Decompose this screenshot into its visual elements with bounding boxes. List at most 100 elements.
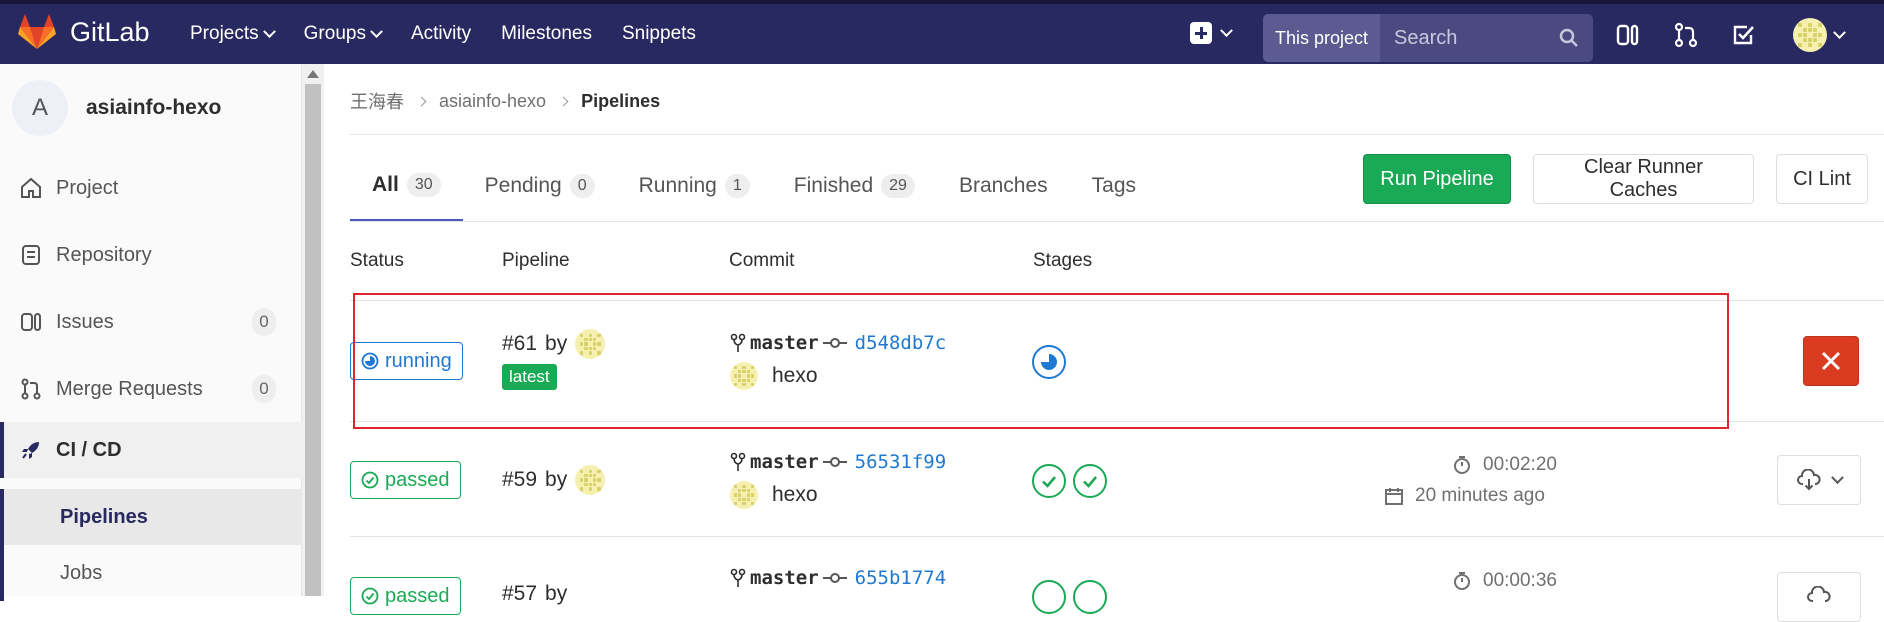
cancel-pipeline-button[interactable]: [1803, 336, 1859, 386]
sidebar-scrollbar-thumb[interactable]: [305, 84, 321, 596]
stage-success-icon[interactable]: [1032, 464, 1066, 498]
sidebar-item-label: Issues: [56, 310, 114, 333]
nav-activity[interactable]: Activity: [411, 23, 471, 45]
nav-milestones[interactable]: Milestones: [501, 23, 592, 45]
pipeline-scope-tabs: All 30 Pending 0 Running 1 Finished 29 Branc…: [350, 150, 1158, 222]
clear-runner-caches-button[interactable]: Clear Runner Caches: [1533, 154, 1754, 204]
ci-lint-button[interactable]: CI Lint: [1776, 154, 1868, 204]
download-artifacts-button[interactable]: [1777, 572, 1861, 622]
pipeline-by-label: by: [545, 468, 568, 491]
issues-count-badge: 0: [252, 308, 276, 336]
sidebar-item-label: Repository: [56, 243, 152, 266]
stage-success-icon[interactable]: [1073, 464, 1107, 498]
duration-text: 00:02:20: [1483, 454, 1557, 475]
sidebar-item-label: Project: [56, 176, 119, 199]
branch-name-link[interactable]: master: [750, 567, 819, 589]
column-header-status: Status: [350, 250, 404, 271]
commit-sha-link[interactable]: d548db7c: [855, 332, 947, 354]
download-artifacts-button[interactable]: [1777, 455, 1861, 505]
status-label: passed: [385, 584, 450, 607]
pipeline-id: #59 by: [502, 465, 606, 495]
scroll-up-arrow-icon[interactable]: [307, 70, 319, 78]
user-avatar[interactable]: [730, 481, 758, 509]
pipeline-id-link[interactable]: #61: [502, 332, 537, 356]
breadcrumb-owner[interactable]: 王海春: [350, 88, 404, 114]
branch-icon: [730, 452, 746, 471]
pipeline-id-link[interactable]: #59: [502, 468, 537, 492]
status-passed-icon: [361, 471, 379, 489]
sidebar-item-project[interactable]: Project: [0, 160, 302, 216]
breadcrumb-project[interactable]: asiainfo-hexo: [439, 91, 546, 112]
row-divider: [350, 536, 1884, 537]
stage-success-icon[interactable]: [1032, 580, 1066, 614]
stage-success-icon[interactable]: [1073, 580, 1107, 614]
sidebar-item-ci-cd[interactable]: CI / CD: [0, 422, 302, 478]
sidebar-subitem-pipelines[interactable]: Pipelines: [0, 489, 302, 545]
sidebar-subitem-jobs[interactable]: Jobs: [0, 545, 302, 601]
issues-icon[interactable]: [1615, 22, 1641, 48]
breadcrumb: 王海春 asiainfo-hexo Pipelines: [350, 88, 660, 114]
commit-message: hexo: [730, 362, 818, 390]
nav-shortcuts: [1615, 22, 1757, 48]
tab-label: Tags: [1091, 174, 1137, 197]
status-badge-running[interactable]: running: [350, 342, 463, 380]
user-avatar[interactable]: [575, 465, 606, 495]
sidebar-item-repository[interactable]: Repository: [0, 227, 302, 283]
tab-branches[interactable]: Branches: [937, 150, 1070, 222]
tab-count-badge: 1: [724, 174, 750, 198]
chevron-down-icon: [370, 24, 383, 38]
status-label: running: [385, 349, 452, 372]
tabs-divider: [350, 221, 1884, 222]
column-header-commit: Commit: [729, 250, 795, 271]
branch-name-link[interactable]: master: [750, 332, 819, 354]
finished-time-text: 20 minutes ago: [1415, 485, 1545, 506]
sidebar-project-header[interactable]: A asiainfo-hexo: [12, 80, 221, 136]
branch-name-link[interactable]: master: [750, 451, 819, 473]
user-avatar: [1793, 18, 1827, 52]
user-menu[interactable]: [1793, 18, 1846, 52]
sidebar-item-issues[interactable]: Issues 0: [0, 294, 302, 350]
tab-running[interactable]: Running 1: [617, 150, 772, 222]
user-avatar[interactable]: [730, 362, 758, 390]
search-field: [1380, 14, 1593, 62]
row-divider: [350, 421, 1884, 422]
pipeline-id: #61 by: [502, 329, 606, 359]
tab-count-badge: 29: [881, 174, 915, 198]
user-avatar[interactable]: [575, 329, 606, 359]
column-header-pipeline: Pipeline: [502, 250, 570, 271]
sidebar-item-merge-requests[interactable]: Merge Requests 0: [0, 361, 302, 417]
tab-tags[interactable]: Tags: [1070, 150, 1158, 222]
tab-finished[interactable]: Finished 29: [772, 150, 937, 222]
main-nav: Projects Groups Activity Milestones Snip…: [190, 4, 696, 64]
breadcrumb-current[interactable]: Pipelines: [581, 91, 660, 112]
commit-title-link[interactable]: hexo: [772, 483, 818, 507]
todo-icon[interactable]: [1731, 22, 1757, 48]
nav-snippets[interactable]: Snippets: [622, 23, 696, 45]
run-pipeline-button[interactable]: Run Pipeline: [1363, 154, 1511, 204]
commit-title-link[interactable]: hexo: [772, 364, 818, 388]
tab-count-badge: 0: [569, 174, 595, 198]
stage-running-icon[interactable]: [1032, 345, 1066, 379]
search-scope-badge[interactable]: This project: [1263, 14, 1381, 62]
commit-sha-link[interactable]: 56531f99: [855, 451, 947, 473]
top-navbar: GitLab Projects Groups Activity Mileston…: [0, 0, 1884, 64]
nav-projects[interactable]: Projects: [190, 23, 276, 45]
status-badge-passed[interactable]: passed: [350, 461, 461, 499]
nav-groups[interactable]: Groups: [304, 23, 383, 45]
repository-icon: [22, 245, 40, 265]
merge-request-icon[interactable]: [1673, 22, 1699, 48]
tab-pending[interactable]: Pending 0: [463, 150, 617, 222]
new-dropdown-button[interactable]: [1190, 22, 1233, 44]
tab-all[interactable]: All 30: [350, 150, 463, 222]
latest-badge: latest: [502, 364, 557, 390]
search-input[interactable]: [1394, 26, 1545, 50]
sidebar-item-label: Merge Requests: [56, 377, 203, 400]
nav-projects-label: Projects: [190, 23, 259, 44]
status-running-icon: [361, 352, 379, 370]
status-label: passed: [385, 468, 450, 491]
tab-label: Running: [638, 174, 717, 197]
pipeline-id-link[interactable]: #57: [502, 582, 537, 606]
status-badge-passed[interactable]: passed: [350, 577, 461, 615]
commit-sha-link[interactable]: 655b1774: [855, 567, 947, 589]
gitlab-logo[interactable]: GitLab: [18, 14, 150, 50]
